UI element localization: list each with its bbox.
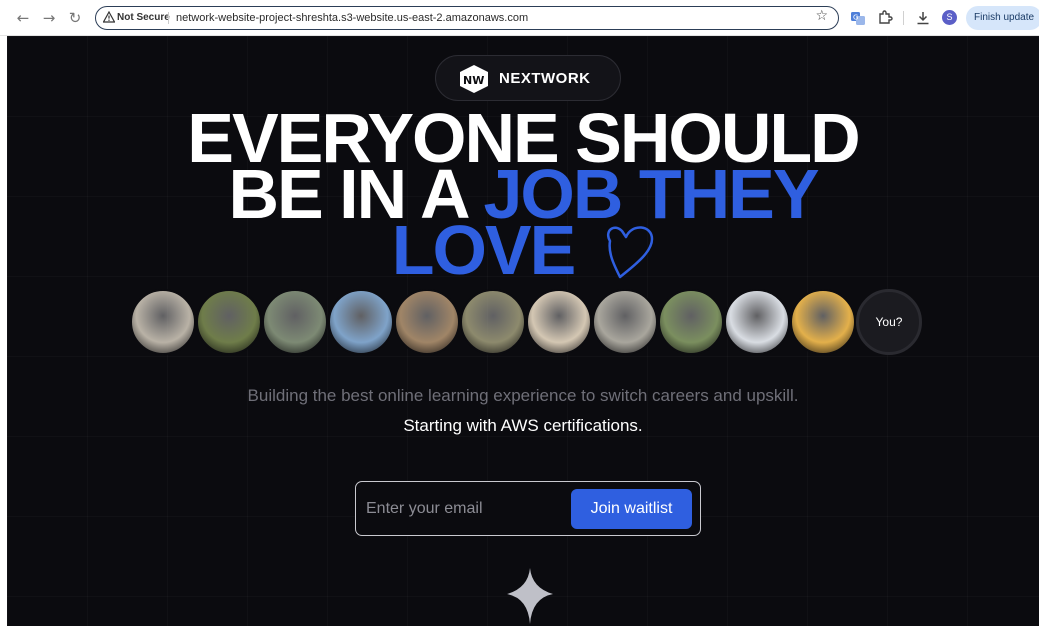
seal-photo-icon [592,289,658,355]
back-arrow-icon[interactable]: ← [14,9,32,27]
address-bar[interactable]: Not Secure network-website-project-shres… [95,6,839,30]
squirrel-photo-icon [196,289,262,355]
not-secure-label[interactable]: Not Secure [117,12,170,23]
you-avatar: You? [856,289,922,355]
alpaca-photo-icon [658,289,724,355]
brand-badge[interactable]: NW NEXTWORK [435,55,621,101]
pug-photo-icon [526,289,592,355]
svg-text:G: G [853,14,858,22]
url-text[interactable]: network-website-project-shreshta.s3-webs… [176,12,528,24]
forward-arrow-icon[interactable]: → [40,9,58,27]
sloth-photo-icon [460,289,526,355]
black-pug-photo-icon [790,289,856,355]
nextwork-logo-icon: NW [460,65,488,93]
bookmark-star-icon[interactable]: ☆ [815,8,828,24]
tagline-aws: Starting with AWS certifications. [403,416,643,435]
giraffe-photo-icon [328,289,394,355]
pineapple-photo-icon [724,289,790,355]
koala-photo-icon [262,289,328,355]
toolbar-separator [903,11,904,25]
sheep-photo-icon [130,289,196,355]
join-waitlist-button[interactable]: Join waitlist [571,489,692,529]
download-icon[interactable] [914,9,932,27]
landing-page: NW NEXTWORK EVERYONE SHOULD BE IN A JOB … [7,36,1039,626]
headline-line-3: LOVE [391,211,577,289]
waitlist-form: Join waitlist [355,481,701,536]
reload-icon[interactable]: ↻ [66,9,84,27]
profile-avatar[interactable]: S [942,10,957,25]
warning-icon [103,11,115,23]
sparkle-icon [507,568,553,624]
extensions-puzzle-icon[interactable] [876,9,894,27]
browser-toolbar: ← → ↻ Not Secure network-website-project… [0,0,1039,36]
tagline: Building the best online learning experi… [247,386,799,405]
address-divider [168,12,169,24]
heart-outline-icon [606,226,654,279]
logo-letters: NW [463,74,484,87]
cat-photo-icon [394,289,460,355]
email-input[interactable] [366,494,566,524]
avatar-row: You? [130,289,930,359]
brand-name: NEXTWORK [499,70,591,87]
translate-icon[interactable]: G [849,9,867,27]
finish-update-button[interactable]: Finish update [966,6,1039,30]
